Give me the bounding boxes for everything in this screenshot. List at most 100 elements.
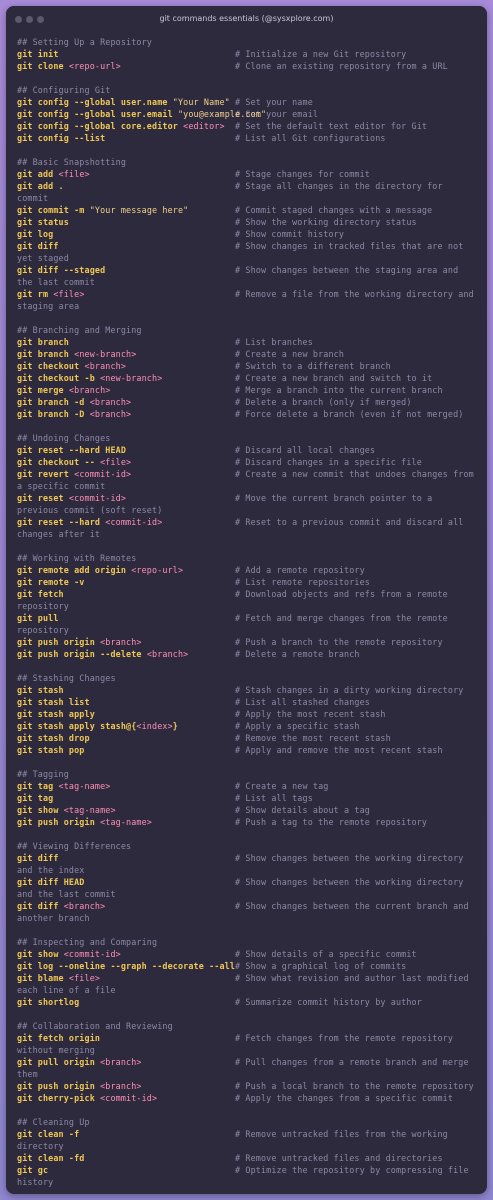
command-keyword: git tag	[17, 793, 54, 803]
command-comment: # Stage all changes in the directory for…	[17, 181, 443, 203]
command-comment: # Remove untracked files and directories	[235, 1153, 443, 1163]
command-keyword: git reset --hard HEAD	[17, 445, 127, 455]
command-text[interactable]: git checkout -b <new-branch>	[17, 372, 162, 384]
command-row: git checkout -b <new-branch> # Create a n…	[17, 372, 479, 384]
section: ## Branching and Merging git branch # List…	[17, 324, 479, 420]
command-keyword: git revert	[17, 469, 75, 479]
command-text[interactable]: git log --oneline --graph --decorate --a…	[17, 960, 235, 972]
command-row: git pull origin <branch> # Pull changes f…	[17, 1056, 479, 1080]
command-text[interactable]: git remote -v	[17, 576, 85, 588]
command-text[interactable]: git push origin <branch>	[17, 636, 142, 648]
command-text[interactable]: git shortlog	[17, 996, 79, 1008]
command-text[interactable]: git push origin --delete <branch>	[17, 648, 188, 660]
command-text[interactable]: git diff --staged	[17, 264, 105, 276]
command-keyword: git branch -d	[17, 397, 90, 407]
command-text[interactable]: git stash apply stash@{<index>}	[17, 720, 178, 732]
command-text[interactable]: git checkout -- <file>	[17, 456, 131, 468]
command-placeholder: <tag-name>	[100, 817, 152, 827]
command-text[interactable]: git tag	[17, 792, 53, 804]
command-text[interactable]: git remote add origin <repo-url>	[17, 564, 183, 576]
command-keyword: git blame	[17, 973, 69, 983]
command-text[interactable]: git reset --hard HEAD	[17, 444, 126, 456]
command-text[interactable]: git revert <commit-id>	[17, 468, 131, 480]
command-keyword: git push origin	[17, 817, 101, 827]
command-placeholder: <commit-id>	[100, 1093, 158, 1103]
command-text[interactable]: git pull origin <branch>	[17, 1056, 142, 1068]
command-text[interactable]: git branch -D <branch>	[17, 408, 131, 420]
command-placeholder: <commit-id>	[63, 949, 121, 959]
command-row: git push origin <branch> # Push a branch …	[17, 636, 479, 648]
command-text[interactable]: git stash pop	[17, 744, 85, 756]
command-text[interactable]: git push origin <branch>	[17, 1080, 142, 1092]
command-keyword: git config --global user.email	[17, 109, 178, 119]
command-text[interactable]: git stash list	[17, 696, 90, 708]
command-text[interactable]: git show <tag-name>	[17, 804, 116, 816]
command-row: git shortlog # Summarize commit history b…	[17, 996, 479, 1008]
command-comment: # Initialize a new Git repository	[235, 49, 407, 59]
command-text[interactable]: git commit -m "Your message here"	[17, 204, 188, 216]
command-text[interactable]: git config --list	[17, 132, 105, 144]
command-text[interactable]: git clean -f	[17, 1128, 79, 1140]
command-text[interactable]: git branch <new-branch>	[17, 348, 136, 360]
command-text[interactable]: git clone <repo-url>	[17, 60, 121, 72]
command-text[interactable]: git tag <tag-name>	[17, 780, 110, 792]
command-text[interactable]: git stash drop	[17, 732, 90, 744]
command-text[interactable]: git fetch origin	[17, 1032, 100, 1044]
command-keyword: git status	[17, 217, 69, 227]
command-keyword: git clone	[17, 61, 69, 71]
command-keyword: git push origin	[17, 1081, 101, 1091]
section: ## Tagging git tag <tag-name> # Create a n…	[17, 768, 479, 828]
command-text[interactable]: git init	[17, 48, 59, 60]
command-keyword: git gc	[17, 1165, 49, 1175]
command-keyword: git rm	[17, 289, 54, 299]
command-row: git gc # Optimize the repository by compr…	[17, 1164, 479, 1188]
command-text[interactable]: git config --global user.name "Your Name…	[17, 96, 230, 108]
command-text[interactable]: git diff	[17, 852, 59, 864]
command-text[interactable]: git push origin <tag-name>	[17, 816, 152, 828]
command-text[interactable]: git checkout <branch>	[17, 360, 126, 372]
command-placeholder: <new-branch>	[100, 373, 163, 383]
command-row: git rm <file> # Remove a file from the wo…	[17, 288, 479, 312]
command-text[interactable]: git status	[17, 216, 69, 228]
command-text[interactable]: git show <commit-id>	[17, 948, 121, 960]
command-keyword: git pull origin	[17, 1057, 101, 1067]
command-text[interactable]: git diff <branch>	[17, 900, 105, 912]
command-text[interactable]: git stash	[17, 684, 64, 696]
command-comment: # Show changes between the working direc…	[17, 877, 464, 899]
command-text[interactable]: git add <file>	[17, 168, 90, 180]
command-text[interactable]: git branch -d <branch>	[17, 396, 131, 408]
command-comment: # Stash changes in a dirty working direc…	[235, 685, 464, 695]
command-comment: # Show changes in tracked files that are…	[17, 241, 464, 263]
command-row: git reset <commit-id> # Move the current …	[17, 492, 479, 516]
command-text[interactable]: git stash apply	[17, 708, 95, 720]
command-keyword: git stash pop	[17, 745, 85, 755]
command-row: git tag <tag-name> # Create a new tag	[17, 780, 479, 792]
command-text[interactable]: git config --global core.editor <editor>	[17, 120, 225, 132]
command-text[interactable]: git clean -fd	[17, 1152, 85, 1164]
command-keyword: }	[172, 721, 178, 731]
command-text[interactable]: git blame <file>	[17, 972, 100, 984]
command-text[interactable]: git pull	[17, 612, 59, 624]
command-text[interactable]: git diff HEAD	[17, 876, 85, 888]
command-text[interactable]: git gc	[17, 1164, 48, 1176]
command-keyword: git checkout --	[17, 457, 101, 467]
command-text[interactable]: git log	[17, 228, 53, 240]
command-text[interactable]: git config --global user.email "you@exam…	[17, 108, 266, 120]
command-placeholder: <new-branch>	[74, 349, 137, 359]
command-text[interactable]: git branch	[17, 336, 69, 348]
section-heading: ## Collaboration and Reviewing	[17, 1021, 173, 1031]
command-placeholder: <branch>	[68, 385, 111, 395]
command-text[interactable]: git reset <commit-id>	[17, 492, 126, 504]
command-placeholder: <commit-id>	[74, 469, 132, 479]
command-text[interactable]: git merge <branch>	[17, 384, 110, 396]
command-text[interactable]: git diff	[17, 240, 59, 252]
command-row: git show <tag-name> # Show details about …	[17, 804, 479, 816]
cheatsheet-content: ## Setting Up a Repository git init # Init…	[17, 36, 479, 1194]
command-text[interactable]: git cherry-pick <commit-id>	[17, 1092, 157, 1104]
command-text[interactable]: git rm <file>	[17, 288, 85, 300]
command-text[interactable]: git fetch	[17, 588, 64, 600]
command-text[interactable]: git add .	[17, 180, 64, 192]
command-text[interactable]: git reset --hard <commit-id>	[17, 516, 162, 528]
command-comment: # Download objects and refs from a remot…	[17, 589, 448, 611]
command-keyword: git diff HEAD	[17, 877, 85, 887]
